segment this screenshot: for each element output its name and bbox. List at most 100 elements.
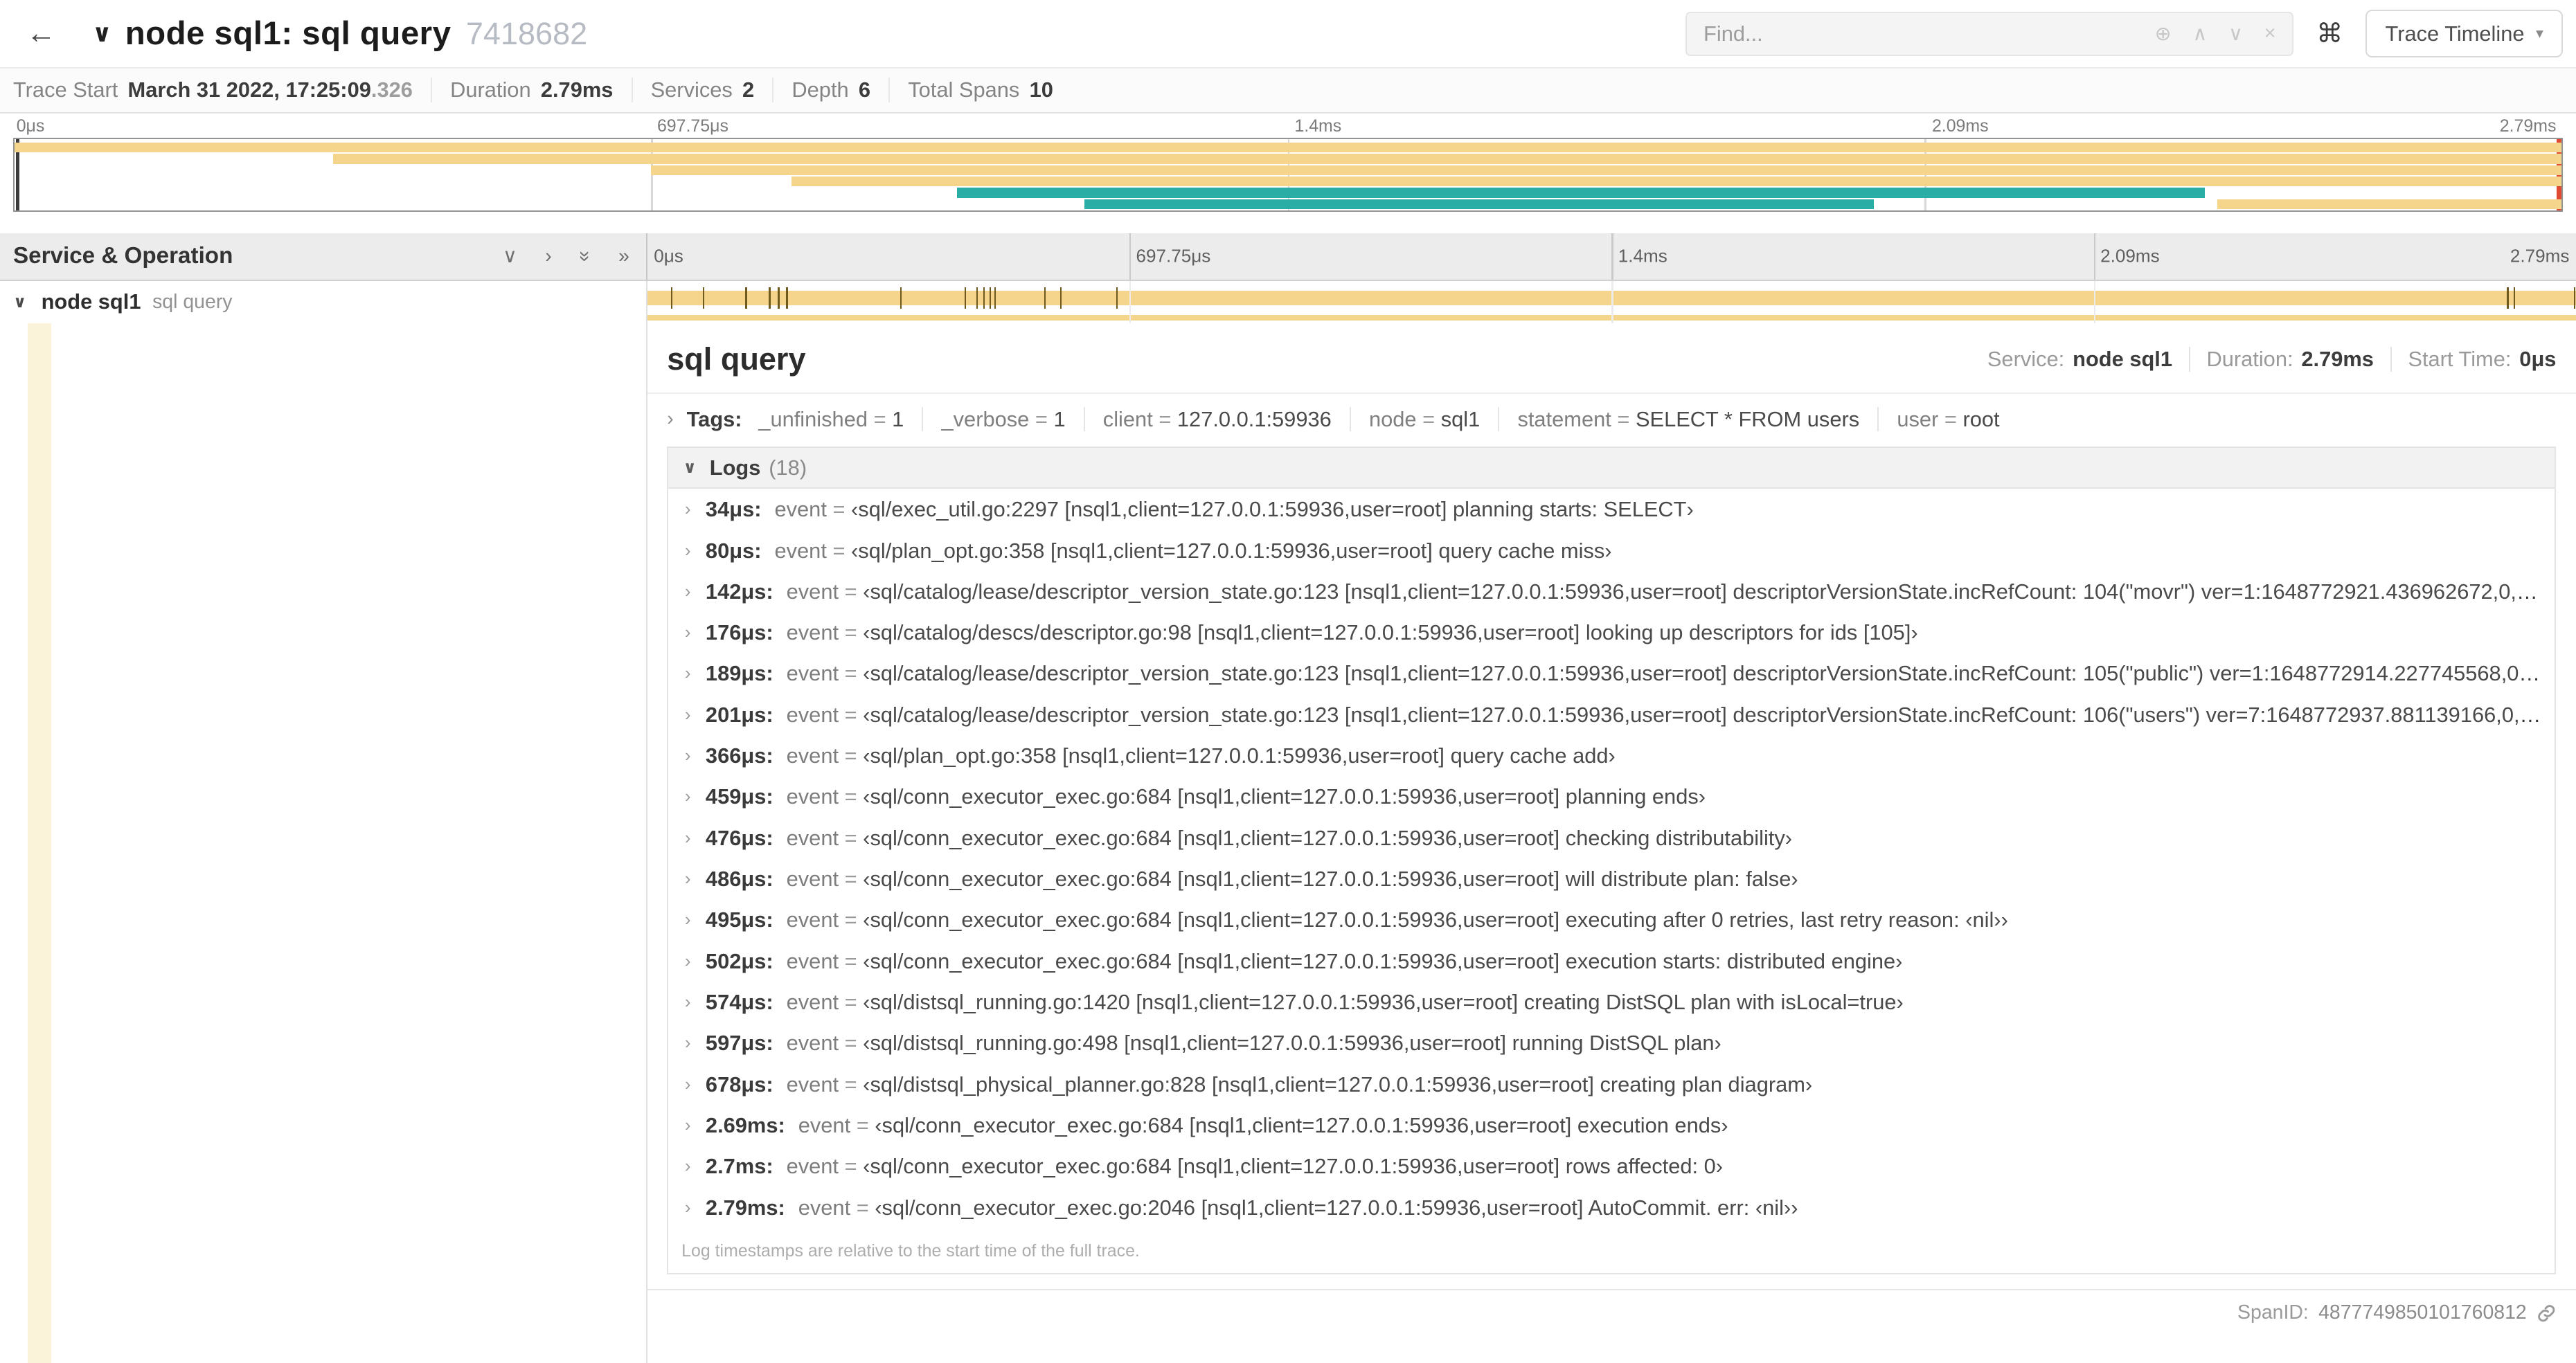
span-meta-label: Duration: [2206,347,2293,372]
log-timestamp: 2.69ms: [705,1112,785,1137]
trace-timeline-dropdown[interactable]: Trace Timeline ▾ [2365,10,2563,58]
log-timestamp: 678μs: [705,1072,773,1096]
chevron-right-icon: › [684,868,691,889]
log-row[interactable]: › 34μs: event = ‹sql/exec_util.go:2297 [ns… [668,489,2555,530]
expand-all-icon[interactable]: » [618,246,629,266]
log-field-key: event [798,1112,851,1137]
chevron-right-icon: › [684,662,691,684]
tags-row[interactable]: › Tags: _unfinished = 1 _verbose = 1 clien… [647,394,2576,444]
tag-equals: = [868,406,893,431]
span-row-name-cell[interactable]: ∨ node sql1 sql query [0,280,647,324]
chevron-right-icon: › [684,786,691,807]
top-bar-actions: ⊕ ∧ ∨ × ⌘ Trace Timeline ▾ [1685,10,2563,58]
chevron-down-icon: ∨ [683,459,697,478]
search-prev-icon[interactable]: ∧ [2192,22,2207,46]
log-row[interactable]: › 495μs: event = ‹sql/conn_executor_exec.g… [668,899,2555,940]
grid-line [1611,233,1613,280]
search-clear-icon[interactable]: × [2264,22,2276,45]
minimap-canvas[interactable] [12,138,2563,212]
keyboard-shortcuts-button[interactable]: ⌘ [2310,18,2350,49]
log-field-value: ‹sql/distsql_physical_planner.go:828 [ns… [863,1072,1813,1096]
logs-header[interactable]: ∨ Logs (18) [668,448,2555,489]
tag-key: node [1368,406,1417,431]
search-next-icon[interactable]: ∨ [2228,22,2243,46]
collapse-all-icon[interactable]: » [574,251,596,262]
log-timestamp: 176μs: [705,620,773,645]
log-field-value: ‹sql/catalog/lease/descriptor_version_st… [863,579,2542,604]
log-row[interactable]: › 476μs: event = ‹sql/conn_executor_exec.g… [668,818,2555,858]
ruler-tick-label: 2.79ms [2510,245,2570,267]
log-row[interactable]: › 142μs: event = ‹sql/catalog/lease/descri… [668,571,2555,612]
log-event: event = ‹sql/distsql_running.go:1420 [ns… [787,990,1904,1015]
search-locate-icon[interactable]: ⊕ [2155,22,2172,46]
span-meta-value: node sql1 [2073,347,2172,372]
log-row[interactable]: › 502μs: event = ‹sql/conn_executor_exec.g… [668,941,2555,982]
search-input[interactable] [1687,12,2139,55]
log-field-value: ‹sql/plan_opt.go:358 [nsql1,client=127.0… [851,538,1612,563]
log-equals: = [839,948,864,973]
back-button[interactable]: ← [13,0,69,67]
summary-item: Depth 6 [772,78,888,103]
log-row[interactable]: › 2.79ms: event = ‹sql/conn_executor_exec.… [668,1187,2555,1228]
log-row[interactable]: › 176μs: event = ‹sql/catalog/descs/descri… [668,612,2555,653]
span-meta-item: Duration: 2.79ms [2188,347,2390,372]
expand-one-icon[interactable]: › [545,246,551,266]
trace-collapse-icon[interactable]: ∨ [92,19,112,48]
log-event: event = ‹sql/exec_util.go:2297 [nsql1,cl… [774,497,1693,522]
log-row[interactable]: › 189μs: event = ‹sql/catalog/lease/descri… [668,653,2555,694]
log-timestamp: 574μs: [705,989,773,1014]
log-event: event = ‹sql/conn_executor_exec.go:684 [… [787,1154,1724,1179]
log-marker [900,287,902,309]
span-meta-item: Start Time: 0μs [2390,347,2556,372]
trace-timeline-label: Trace Timeline [2385,21,2525,46]
log-row[interactable]: › 366μs: event = ‹sql/plan_opt.go:358 [nsq… [668,735,2555,776]
link-icon[interactable] [2537,1303,2556,1323]
log-row[interactable]: › 80μs: event = ‹sql/plan_opt.go:358 [nsql… [668,530,2555,571]
log-row[interactable]: › 486μs: event = ‹sql/conn_executor_exec.g… [668,858,2555,899]
summary-item-value: 2 [742,78,755,102]
log-timestamp: 476μs: [705,825,773,850]
log-field-key: event [786,661,839,686]
minimap-span-bar [14,142,2561,153]
log-field-value: ‹sql/catalog/descs/descriptor.go:98 [nsq… [863,620,1918,645]
chevron-right-icon: › [684,991,691,1012]
log-event: event = ‹sql/conn_executor_exec.go:684 [… [787,867,1798,892]
summary-item-label: Duration [450,78,531,102]
minimap-span-bar [1084,199,1874,210]
tag-value: root [1962,406,2000,431]
log-field-value: ‹sql/conn_executor_exec.go:684 [nsql1,cl… [863,825,1793,850]
summary-item: Trace Start March 31 2022, 17:25:09.326 [13,78,431,102]
tag-value: 127.0.0.1:59936 [1177,406,1332,431]
log-field-value: ‹sql/catalog/lease/descriptor_version_st… [863,661,2542,686]
top-bar: ← ∨ node sql1: sql query 7418682 ⊕ ∧ ∨ ×… [0,0,2576,68]
log-row[interactable]: › 2.69ms: event = ‹sql/conn_executor_exec.… [668,1105,2555,1146]
log-row[interactable]: › 201μs: event = ‹sql/catalog/lease/descri… [668,694,2555,735]
log-marker [964,287,967,309]
minimap-span-bar [651,165,2561,175]
tag-equals: = [1611,406,1636,431]
log-equals: = [839,661,864,686]
log-marker [1116,287,1118,309]
chevron-right-icon: › [684,909,691,930]
span-id-row: SpanID: 4877749850101760812 [647,1288,2576,1336]
log-field-value: ‹sql/conn_executor_exec.go:684 [nsql1,cl… [863,908,2008,932]
span-toggle-icon[interactable]: ∨ [13,292,26,312]
logs-block: ∨ Logs (18) › 34μs: event = ‹sql/exec_util… [667,446,2557,1274]
log-marker [994,287,996,309]
log-row[interactable]: › 574μs: event = ‹sql/distsql_running.go:1… [668,982,2555,1022]
span-detail-header: sql query Service: node sql1 Duration: 2.79… [647,323,2576,394]
log-row[interactable]: › 459μs: event = ‹sql/conn_executor_exec.g… [668,777,2555,818]
span-detail-meta: Service: node sql1 Duration: 2.79ms Start Ti… [1971,347,2556,372]
log-row[interactable]: › 2.7ms: event = ‹sql/conn_executor_exec.g… [668,1146,2555,1186]
tag-item: statement = SELECT * FROM users [1498,406,1878,431]
ruler-tick-label: 0μs [16,116,45,136]
chevron-right-icon: › [684,827,691,848]
span-row: ∨ node sql1 sql query [0,280,2576,324]
content-area: sql query Service: node sql1 Duration: 2.79… [0,323,2576,1363]
log-timestamp: 201μs: [705,702,773,727]
log-marker [2574,287,2576,309]
span-bar-cell[interactable] [647,280,2576,324]
collapse-one-icon[interactable]: ∨ [503,246,517,266]
log-row[interactable]: › 678μs: event = ‹sql/distsql_physical_pla… [668,1064,2555,1105]
log-row[interactable]: › 597μs: event = ‹sql/distsql_running.go:4… [668,1022,2555,1063]
